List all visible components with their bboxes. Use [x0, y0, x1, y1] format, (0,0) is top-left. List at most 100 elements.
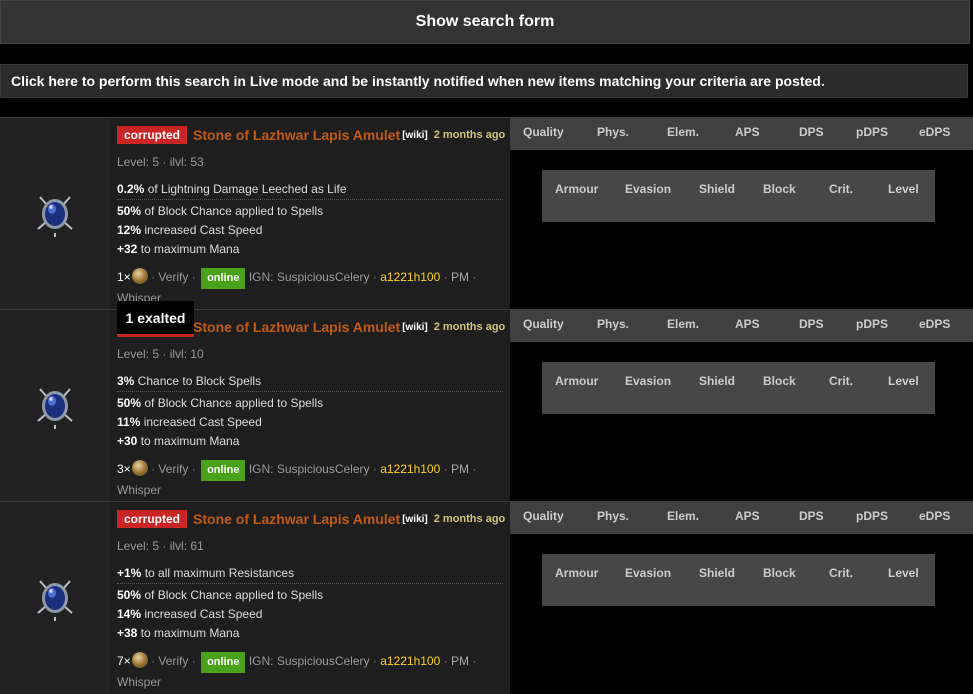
mod-text: to maximum Mana [137, 434, 240, 448]
stat-header-bottom: Evasion [625, 182, 672, 196]
verify-link[interactable]: Verify [158, 462, 188, 476]
listing-age: 2 months ago [433, 513, 506, 525]
item-name-link[interactable]: Stone of Lazhwar Lapis Amulet [193, 511, 400, 527]
pm-link[interactable]: PM [451, 462, 469, 476]
item-mod: +32 to maximum Mana [117, 240, 503, 258]
armour-stats-header: Armour Evasion Shield Block Crit. Level [542, 554, 935, 606]
item-mod: +38 to maximum Mana [117, 624, 503, 642]
stat-header-top: Elem. [667, 509, 700, 523]
stat-header-top: APS [735, 509, 760, 523]
stat-header-top: Phys. [597, 509, 630, 523]
stat-header-bottom: Crit. [829, 182, 853, 196]
item-mods: 3% Chance to Block Spells 50% of Block C… [117, 372, 503, 451]
stat-header-bottom: Crit. [829, 374, 853, 388]
amulet-icon [37, 388, 73, 429]
weapon-stats-header: Quality Phys. Elem. APS DPS pDPS eDPS [510, 118, 973, 150]
pm-link[interactable]: PM [451, 654, 469, 668]
live-mode-link[interactable]: Click here to perform this search in Liv… [0, 64, 968, 98]
item-details: corrupted Stone of Lazhwar Lapis Amulet … [110, 118, 510, 310]
mod-text: of Lightning Damage Leeched as Life [144, 182, 347, 196]
online-badge: online [201, 652, 246, 673]
item-name-link[interactable]: Stone of Lazhwar Lapis Amulet [193, 319, 400, 335]
online-badge: online [201, 268, 246, 289]
item-header: corrupted Stone of Lazhwar Lapis Amulet … [117, 510, 507, 528]
item-image-cell [0, 118, 110, 310]
stat-header-bottom: Evasion [625, 374, 672, 388]
pm-link[interactable]: PM [451, 270, 469, 284]
mod-value: 0.2% [117, 182, 145, 196]
mod-text: of Block Chance applied to Spells [141, 588, 324, 602]
result-row: corrupted Stone of Lazhwar Lapis Amulet … [0, 501, 973, 694]
item-mod: 12% increased Cast Speed [117, 221, 503, 239]
mod-text: increased Cast Speed [140, 415, 262, 429]
mod-text: increased Cast Speed [141, 607, 263, 621]
stat-header-bottom: Block [763, 182, 796, 196]
exalted-orb-icon [131, 652, 148, 668]
stat-header-top: pDPS [856, 125, 889, 139]
item-level: Level: 5 · ilvl: 53 [117, 155, 204, 169]
stat-header-bottom: Armour [555, 374, 599, 388]
stat-header-top: DPS [799, 317, 824, 331]
whisper-link[interactable]: Whisper [117, 675, 161, 689]
mod-text: to all maximum Resistances [141, 566, 295, 580]
stat-header-bottom: Shield [699, 374, 736, 388]
ign-label: IGN: SuspiciousCelery [248, 462, 370, 476]
corrupted-badge: corrupted [117, 510, 188, 528]
stat-header-top: DPS [799, 509, 824, 523]
stat-header-top: pDPS [856, 317, 889, 331]
stat-header-top: eDPS [919, 317, 951, 331]
listing-age: 2 months ago [433, 129, 506, 141]
item-details: corrupted Stone of Lazhwar Lapis Amulet … [110, 502, 510, 694]
implicit-mod: +1% to all maximum Resistances [117, 564, 503, 584]
weapon-stats-header: Quality Phys. Elem. APS DPS pDPS eDPS [510, 310, 973, 342]
result-row: corrupted Stone of Lazhwar Lapis Amulet … [0, 309, 973, 502]
mod-value: +30 [117, 434, 138, 448]
stat-header-top: Elem. [667, 317, 700, 331]
stat-header-bottom: Evasion [625, 566, 672, 580]
show-search-form-button[interactable]: Show search form [0, 0, 970, 44]
account-link[interactable]: a1221h100 [380, 462, 440, 476]
mod-text: of Block Chance applied to Spells [141, 396, 324, 410]
mod-value: 14% [117, 607, 142, 621]
item-mod: 50% of Block Chance applied to Spells [117, 394, 503, 412]
stat-header-bottom: Block [763, 566, 796, 580]
wiki-link[interactable]: [wiki] [402, 130, 428, 141]
wiki-link[interactable]: [wiki] [402, 322, 428, 333]
price-quantity: 3× [117, 462, 131, 476]
item-name-link[interactable]: Stone of Lazhwar Lapis Amulet [193, 127, 400, 143]
item-image-cell [0, 310, 110, 502]
account-link[interactable]: a1221h100 [380, 654, 440, 668]
armour-stats-header: Armour Evasion Shield Block Crit. Level [542, 170, 935, 222]
result-row: corrupted Stone of Lazhwar Lapis Amulet … [0, 117, 973, 310]
mod-value: 50% [117, 204, 142, 218]
item-mod: 11% increased Cast Speed [117, 413, 503, 431]
implicit-mod: 3% Chance to Block Spells [117, 372, 503, 392]
stat-header-bottom: Crit. [829, 566, 853, 580]
item-details: corrupted Stone of Lazhwar Lapis Amulet … [110, 310, 510, 502]
stat-header-top: DPS [799, 125, 824, 139]
mod-value: +32 [117, 242, 138, 256]
stat-header-top: Quality [523, 509, 564, 523]
price-quantity: 7× [117, 654, 131, 668]
verify-link[interactable]: Verify [158, 654, 188, 668]
stat-header-bottom: Level [888, 182, 919, 196]
stat-header-top: APS [735, 125, 760, 139]
wiki-link[interactable]: [wiki] [402, 514, 428, 525]
account-link[interactable]: a1221h100 [380, 270, 440, 284]
stat-header-top: APS [735, 317, 760, 331]
mod-value: 50% [117, 396, 142, 410]
item-header: corrupted Stone of Lazhwar Lapis Amulet … [117, 126, 507, 144]
whisper-link[interactable]: Whisper [117, 483, 161, 497]
item-image-cell [0, 502, 110, 694]
corrupted-badge: corrupted [117, 126, 188, 144]
listing-age: 2 months ago [433, 321, 506, 333]
item-mods: 0.2% of Lightning Damage Leeched as Life… [117, 180, 503, 259]
item-mod: 50% of Block Chance applied to Spells [117, 586, 503, 604]
stat-header-bottom: Level [888, 566, 919, 580]
verify-link[interactable]: Verify [158, 270, 188, 284]
stat-header-bottom: Armour [555, 566, 599, 580]
ign-label: IGN: SuspiciousCelery [248, 654, 370, 668]
online-badge: online [201, 460, 246, 481]
amulet-icon [37, 580, 73, 621]
mod-value: 12% [117, 223, 142, 237]
